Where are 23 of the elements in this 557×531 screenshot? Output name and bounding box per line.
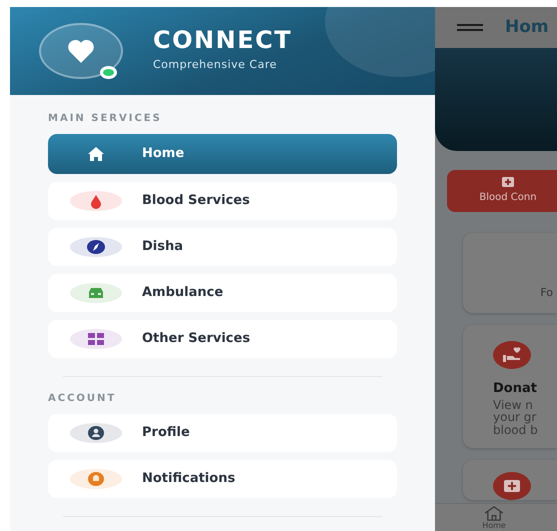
nav-item[interactable]: Blood Services xyxy=(48,182,397,220)
medical-kit-icon xyxy=(493,472,531,500)
home-icon xyxy=(482,506,506,521)
quick-action-button[interactable]: Blood Conn xyxy=(447,170,557,212)
app-title: CONNECT xyxy=(153,28,292,52)
medical-kit-icon xyxy=(502,177,514,187)
heart-icon xyxy=(65,38,97,64)
section-heading: ACCOUNT xyxy=(48,392,118,406)
nav-item[interactable]: Other Services xyxy=(48,320,397,358)
menu-icon[interactable] xyxy=(457,22,483,32)
card-text: Fo xyxy=(540,284,553,300)
app-subtitle: Comprehensive Care xyxy=(153,57,278,74)
nav-item[interactable]: Notifications xyxy=(48,460,397,498)
nav-item[interactable]: Profile xyxy=(48,414,397,452)
service-card[interactable] xyxy=(463,460,557,500)
card-description: View n your gr blood b xyxy=(493,398,539,436)
nav-item[interactable]: Home xyxy=(48,134,397,174)
page-title: Hom xyxy=(505,16,549,39)
service-card[interactable]: Donat View n your gr blood b xyxy=(463,325,557,448)
section-heading: MAIN SERVICES xyxy=(48,112,163,126)
nav-item[interactable]: Disha xyxy=(48,228,397,266)
nav-item[interactable]: Ambulance xyxy=(48,274,397,312)
card-title: Donat xyxy=(493,380,538,398)
